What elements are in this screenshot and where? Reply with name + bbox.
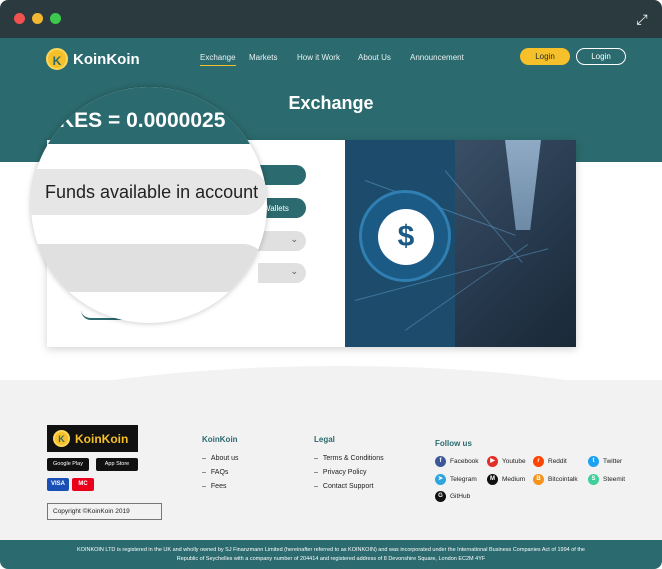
exchange-illustration: $ xyxy=(345,140,576,347)
footer-logo[interactable]: K KoinKoin xyxy=(47,425,138,452)
social-bitcointalk[interactable]: B Bitcointalk xyxy=(533,474,578,485)
social-github[interactable]: G GitHub xyxy=(435,491,470,502)
footer-link-privacy[interactable]: – Privacy Policy xyxy=(314,469,366,476)
reddit-icon: r xyxy=(533,456,544,467)
nav-about-us[interactable]: About Us xyxy=(358,53,391,62)
social-label: Reddit xyxy=(548,458,567,465)
brand-logo[interactable]: K KoinKoin xyxy=(46,48,140,70)
youtube-icon: ▶ xyxy=(487,456,498,467)
money-bag-circle: $ xyxy=(359,190,451,282)
footer-legal-title: Legal xyxy=(314,435,335,444)
magnified-rate-band: KES = 0.0000025 xyxy=(31,87,267,144)
browser-window: ⤢ K KoinKoin Exchange Markets How it Wor… xyxy=(0,0,662,569)
login-button-primary[interactable]: Login xyxy=(520,48,570,65)
legal-notice-bar: KOINKOIN LTD is registered in the UK and… xyxy=(0,540,662,569)
footer-link-contact[interactable]: – Contact Support xyxy=(314,483,374,490)
login-button-secondary[interactable]: Login xyxy=(576,48,626,65)
funds-available-field[interactable]: Funds available in account xyxy=(31,169,267,215)
funds-available-label: Funds available in account xyxy=(45,182,259,202)
social-label: Twitter xyxy=(603,458,623,465)
currency-select-1[interactable]: ⌄ xyxy=(258,231,306,251)
maximize-window-button[interactable] xyxy=(50,13,61,24)
magnifier-lens: KES = 0.0000025 Funds available in accou… xyxy=(31,87,267,323)
github-icon: G xyxy=(435,491,446,502)
amount-field-edge[interactable] xyxy=(258,165,306,185)
twitter-icon: t xyxy=(588,456,599,467)
coin-logo-icon: K xyxy=(46,48,68,70)
chevron-down-icon: ⌄ xyxy=(290,234,298,244)
chevron-down-icon: ⌄ xyxy=(290,266,298,276)
footer-link-faqs[interactable]: – FAQs xyxy=(202,469,228,476)
legal-line-1: KOINKOIN LTD is registered in the UK and… xyxy=(77,547,585,553)
coin-logo-icon: K xyxy=(53,430,70,447)
brand-name: KoinKoin xyxy=(73,50,140,68)
money-bag-icon: $ xyxy=(378,209,434,265)
telegram-icon: ➤ xyxy=(435,474,446,485)
facebook-icon: f xyxy=(435,456,446,467)
footer-link-about-us[interactable]: – About us xyxy=(202,455,239,462)
legal-line-2: Republic of Seychelles with a company nu… xyxy=(176,556,486,562)
social-youtube[interactable]: ▶ Youtube xyxy=(487,456,526,467)
social-label: GitHub xyxy=(450,493,471,500)
window-titlebar: ⤢ xyxy=(0,0,662,38)
nav-how-it-work[interactable]: How it Work xyxy=(297,53,340,62)
footer-link-label: Terms & Conditions xyxy=(322,455,384,462)
medium-icon: M xyxy=(487,474,498,485)
social-label: Telegram xyxy=(450,476,477,483)
minimize-window-button[interactable] xyxy=(32,13,43,24)
footer-koinkoin-title: KoinKoin xyxy=(202,435,238,444)
visa-icon: VISA xyxy=(47,478,69,491)
social-facebook[interactable]: f Facebook xyxy=(435,456,479,467)
close-window-button[interactable] xyxy=(14,13,25,24)
social-telegram[interactable]: ➤ Telegram xyxy=(435,474,477,485)
social-label: Youtube xyxy=(502,458,526,465)
nav-exchange[interactable]: Exchange xyxy=(200,53,236,66)
social-steemit[interactable]: S Steemit xyxy=(588,474,625,485)
social-reddit[interactable]: r Reddit xyxy=(533,456,567,467)
app-store-badge[interactable]: App Store xyxy=(96,458,138,471)
footer-brand-name: KoinKoin xyxy=(75,431,129,446)
exchange-rate-text: KES = 0.0000025 xyxy=(59,109,226,132)
copyright-box: Copyright ©KoinKoin 2019 xyxy=(47,503,162,520)
footer-link-label: About us xyxy=(210,455,239,462)
social-twitter[interactable]: t Twitter xyxy=(588,456,622,467)
mastercard-icon: MC xyxy=(72,478,94,491)
social-label: Bitcointalk xyxy=(548,476,578,483)
expand-icon[interactable]: ⤢ xyxy=(634,11,650,27)
google-play-badge[interactable]: Google Play xyxy=(47,458,89,471)
footer-link-label: Fees xyxy=(210,483,227,490)
footer-link-label: Contact Support xyxy=(322,483,374,490)
bitcointalk-icon: B xyxy=(533,474,544,485)
social-label: Medium xyxy=(502,476,526,483)
magnified-select-field[interactable] xyxy=(31,244,267,292)
footer-link-label: Privacy Policy xyxy=(322,469,367,476)
footer-link-fees[interactable]: – Fees xyxy=(202,483,226,490)
steemit-icon: S xyxy=(588,474,599,485)
footer-link-label: FAQs xyxy=(210,469,229,476)
follow-us-title: Follow us xyxy=(435,439,472,448)
nav-announcement[interactable]: Announcement xyxy=(410,53,464,62)
nav-markets[interactable]: Markets xyxy=(249,53,277,62)
social-label: Facebook xyxy=(450,458,479,465)
social-label: Steemit xyxy=(603,476,626,483)
footer-link-terms[interactable]: – Terms & Conditions xyxy=(314,455,384,462)
social-medium[interactable]: M Medium xyxy=(487,474,525,485)
